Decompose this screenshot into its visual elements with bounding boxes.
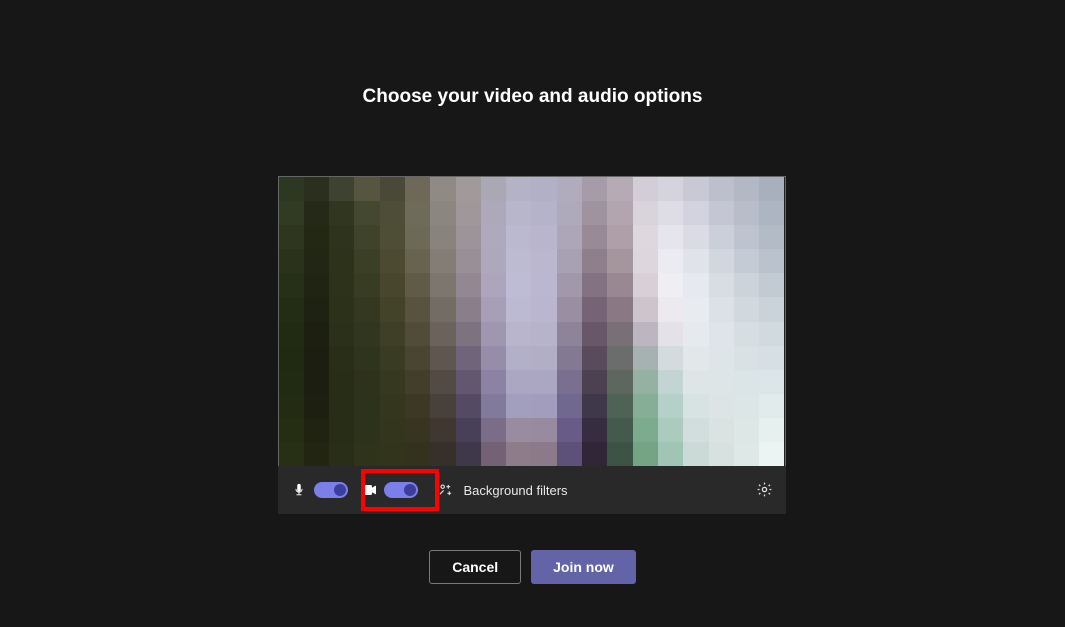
- camera-toggle[interactable]: [384, 482, 418, 498]
- cancel-button[interactable]: Cancel: [429, 550, 521, 584]
- toggle-knob: [404, 484, 416, 496]
- mic-control-group: [290, 481, 348, 499]
- join-now-button[interactable]: Join now: [531, 550, 636, 584]
- action-buttons: Cancel Join now: [429, 550, 636, 584]
- gear-icon[interactable]: [756, 481, 774, 499]
- background-filters-group[interactable]: Background filters: [438, 482, 568, 498]
- sparkle-icon: [438, 482, 454, 498]
- controls-bar: Background filters: [278, 466, 786, 514]
- camera-control-group: [360, 481, 418, 499]
- toggle-knob: [334, 484, 346, 496]
- pixelated-preview: [279, 177, 785, 466]
- video-preview: [278, 176, 786, 466]
- page-title: Choose your video and audio options: [363, 86, 703, 108]
- preview-container: Background filters: [278, 176, 788, 514]
- mic-toggle[interactable]: [314, 482, 348, 498]
- microphone-icon: [290, 481, 308, 499]
- camera-icon: [360, 481, 378, 499]
- background-filters-label: Background filters: [464, 483, 568, 498]
